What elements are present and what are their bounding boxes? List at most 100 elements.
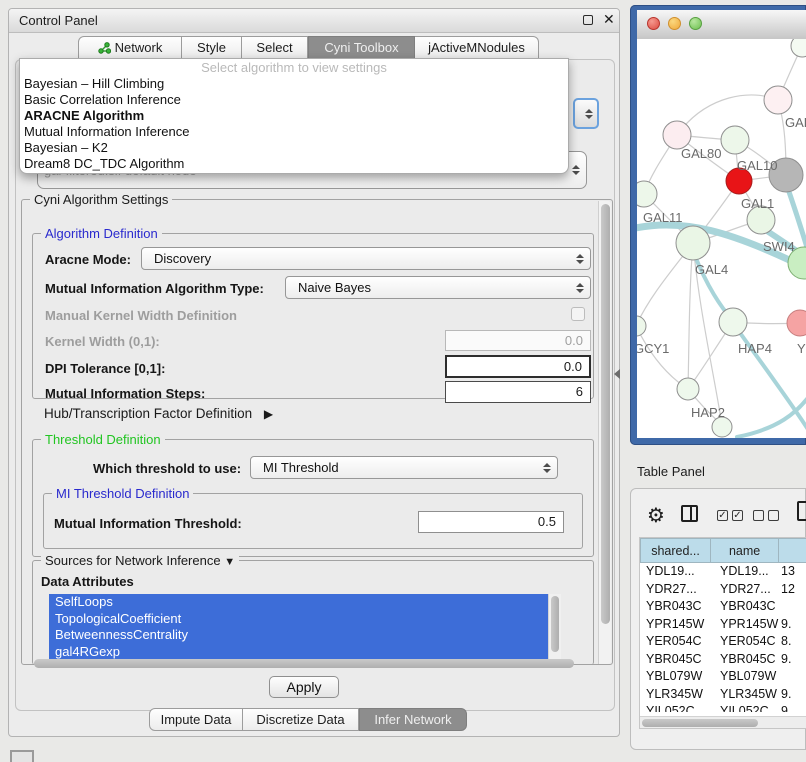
tab-network[interactable]: Network (78, 36, 182, 59)
panel-collapse-grip-icon[interactable] (614, 369, 620, 379)
node-label-y-partial: Y (797, 341, 806, 356)
dropdown-item[interactable]: Mutual Information Inference (20, 124, 568, 140)
close-icon[interactable]: ✕ (603, 11, 615, 28)
list-scrollbar-thumb[interactable] (551, 596, 559, 652)
mi-steps-label: Mutual Information Steps: (45, 386, 205, 401)
spinner-arrows-icon (585, 109, 593, 119)
settings-horizontal-scrollbar[interactable] (32, 659, 600, 665)
aracne-mode-value: Discovery (148, 251, 570, 266)
document-icon[interactable] (797, 501, 806, 521)
node-label-hap4: HAP4 (738, 341, 772, 356)
table-row[interactable]: YDR27...YDR27...12 (640, 581, 806, 599)
column-header-partial[interactable] (779, 538, 806, 563)
table-row[interactable]: YER054CYER054C8. (640, 633, 806, 651)
settings-scrollbar-thumb[interactable] (601, 204, 610, 624)
table-row[interactable]: YBR045CYBR045C9. (640, 651, 806, 669)
screenshot-root: Control Panel ✕ Network Style Select Cyn… (0, 0, 806, 762)
mi-steps-field[interactable]: 6 (445, 381, 591, 403)
list-item-selected[interactable]: BetweennessCentrality (49, 627, 561, 644)
list-item-selected[interactable]: SelfLoops (49, 594, 561, 611)
table-row[interactable]: YLR345WYLR345W9. (640, 686, 806, 704)
aracne-mode-label: Aracne Mode: (45, 252, 131, 267)
dropdown-item[interactable]: Basic Correlation Inference (20, 92, 568, 108)
table-row[interactable]: YPR145WYPR145W9. (640, 616, 806, 634)
bottom-tab-discretize-data[interactable]: Discretize Data (243, 708, 359, 731)
node-label-gal10: GAL10 (737, 158, 777, 173)
mi-threshold-label: Mutual Information Threshold: (54, 516, 242, 531)
table-hscrollbar-thumb[interactable] (642, 719, 758, 727)
column-header-name[interactable]: name (711, 538, 779, 563)
dpi-tolerance-label: DPI Tolerance [0,1]: (45, 361, 165, 376)
table-row[interactable]: YIL052CYIL052C9 (640, 703, 806, 712)
network-icon (98, 39, 111, 51)
apply-button[interactable]: Apply (269, 676, 339, 698)
bottom-tab-discretize-label: Discretize Data (256, 712, 344, 727)
which-threshold-label: Which threshold to use: (93, 461, 241, 476)
data-attributes-list[interactable]: SelfLoops TopologicalCoefficient Between… (49, 594, 561, 664)
hub-section-header[interactable]: Hub/Transcription Factor Definition ▶ (44, 406, 273, 421)
tab-style[interactable]: Style (182, 36, 242, 59)
tab-select-label: Select (256, 40, 292, 55)
table-horizontal-scrollbar[interactable] (640, 716, 806, 728)
tab-network-label: Network (115, 40, 163, 55)
sources-title[interactable]: Sources for Network Inference ▼ (41, 553, 239, 570)
table-row[interactable]: YDL19...YDL19...13 (640, 563, 806, 581)
checkbox-unchecked-icon[interactable] (768, 510, 779, 521)
list-vertical-scrollbar[interactable] (548, 594, 561, 664)
mac-zoom-icon[interactable] (689, 17, 702, 30)
minimized-panel-icon[interactable] (10, 750, 34, 762)
mi-type-value: Naive Bayes (292, 280, 570, 295)
spinner-arrows-icon (572, 165, 580, 175)
control-panel-titlebar[interactable]: Control Panel ✕ (9, 9, 619, 33)
dropdown-item[interactable]: Dream8 DC_TDC Algorithm (20, 156, 568, 172)
columns-icon[interactable] (681, 505, 698, 522)
network-view-window: GAL GAL80 GAL10 GAL1 GAL11 SWI4 GAL4 GCY… (630, 5, 806, 445)
manual-kernel-checkbox[interactable] (571, 307, 585, 321)
tab-cyni-toolbox[interactable]: Cyni Toolbox (308, 36, 415, 59)
bottom-tab-impute-data[interactable]: Impute Data (149, 708, 243, 731)
tab-jactivemnodules[interactable]: jActiveMNodules (415, 36, 539, 59)
mi-threshold-definition-group: MI Threshold Definition Mutual Informati… (43, 493, 583, 549)
spinner-arrows-icon (576, 283, 584, 293)
hub-section-label: Hub/Transcription Factor Definition (44, 406, 252, 421)
which-threshold-combo[interactable]: MI Threshold (250, 456, 558, 479)
threshold-definition-group: Threshold Definition Which threshold to … (32, 439, 594, 557)
algorithm-dropdown-popup: Select algorithm to view settings Bayesi… (19, 58, 569, 174)
gear-icon[interactable]: ⚙ (647, 503, 665, 528)
dropdown-item[interactable]: Bayesian – K2 (20, 140, 568, 156)
sources-group: Sources for Network Inference ▼ Data Att… (32, 560, 594, 665)
list-item-selected[interactable]: gal4RGexp (49, 644, 561, 661)
dpi-tolerance-field[interactable]: 0.0 (445, 355, 591, 378)
mi-threshold-field[interactable]: 0.5 (418, 511, 564, 533)
node-label-gal4: GAL4 (695, 262, 728, 277)
checkbox-checked-icon[interactable]: ✓ (717, 510, 728, 521)
node-label-hap2: HAP2 (691, 405, 725, 420)
aracne-mode-combo[interactable]: Discovery (141, 247, 591, 270)
mi-type-combo[interactable]: Naive Bayes (285, 276, 591, 299)
mac-close-icon[interactable] (647, 17, 660, 30)
checkbox-unchecked-icon[interactable] (753, 510, 764, 521)
dropdown-item[interactable]: Bayesian – Hill Climbing (20, 76, 568, 92)
table-panel: ⚙ ✓ ✓ shared... name YDL19...YDL19...13 … (630, 488, 806, 750)
table-row[interactable]: YBL079WYBL079W (640, 668, 806, 686)
settings-hscrollbar-thumb[interactable] (34, 659, 574, 668)
list-item-selected[interactable]: TopologicalCoefficient (49, 611, 561, 628)
network-canvas[interactable]: GAL GAL80 GAL10 GAL1 GAL11 SWI4 GAL4 GCY… (637, 39, 806, 438)
tab-jactivemnodules-label: jActiveMNodules (428, 40, 525, 55)
dropdown-item-aracne[interactable]: ARACNE Algorithm (20, 108, 568, 124)
network-window-titlebar[interactable] (637, 10, 806, 40)
node-label-gal-partial: GAL (785, 115, 806, 130)
node-table: shared... name YDL19...YDL19...13 YDR27.… (639, 537, 806, 729)
mac-minimize-icon[interactable] (668, 17, 681, 30)
table-row[interactable]: YBR043CYBR043C (640, 598, 806, 616)
tab-select[interactable]: Select (242, 36, 308, 59)
checkbox-checked-icon[interactable]: ✓ (732, 510, 743, 521)
float-window-icon[interactable] (583, 15, 593, 25)
settings-vertical-scrollbar[interactable] (598, 201, 611, 664)
mi-type-label: Mutual Information Algorithm Type: (45, 281, 264, 296)
column-header-shared-name[interactable]: shared... (640, 538, 711, 563)
network-graph: GAL GAL80 GAL10 GAL1 GAL11 SWI4 GAL4 GCY… (637, 39, 806, 438)
bottom-tab-infer-network[interactable]: Infer Network (359, 708, 467, 731)
mi-threshold-definition-title: MI Threshold Definition (52, 486, 193, 501)
inference-algorithm-combo-spinner[interactable] (573, 98, 599, 129)
